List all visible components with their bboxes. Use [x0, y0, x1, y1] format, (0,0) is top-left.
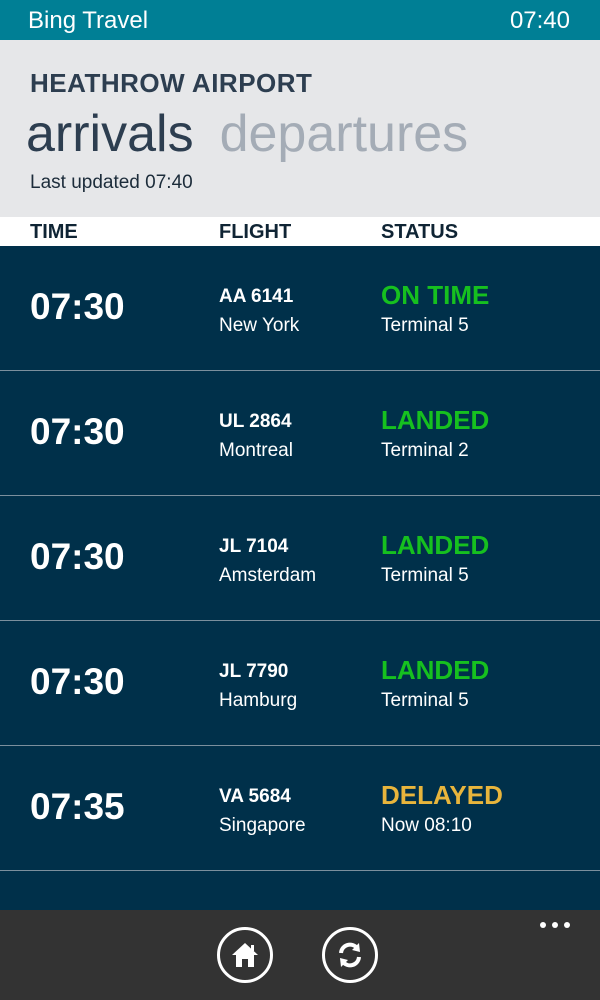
- flight-number: VA 5684: [219, 786, 291, 807]
- flight-origin: Amsterdam: [219, 565, 317, 586]
- clock: 07:40: [509, 7, 570, 34]
- column-header-status: STATUS: [381, 221, 459, 243]
- flight-time: 07:30: [30, 286, 125, 327]
- home-icon: [232, 943, 258, 967]
- flight-origin: New York: [219, 315, 300, 336]
- refresh-button[interactable]: [322, 927, 378, 983]
- flight-number: JL 7790: [219, 661, 289, 682]
- flight-detail: Terminal 5: [381, 690, 469, 711]
- flight-origin: Montreal: [219, 440, 293, 461]
- flight-time: 07:30: [30, 661, 125, 702]
- tab-departures[interactable]: departures: [220, 105, 469, 163]
- flight-number: JL 7104: [219, 536, 289, 557]
- flight-status: LANDED: [381, 655, 490, 685]
- flight-list[interactable]: 07:30 AA 6141 New York ON TIME Terminal 5 07:…: [0, 246, 600, 910]
- flight-detail: Terminal 2: [381, 440, 469, 461]
- more-options-icon[interactable]: [540, 922, 570, 928]
- page-header: HEATHROW AIRPORT arrivals departures Last…: [0, 40, 600, 217]
- last-updated: Last updated 07:40: [30, 172, 193, 193]
- flight-status: ON TIME: [381, 280, 490, 310]
- app-bar: [0, 910, 600, 1000]
- flight-row[interactable]: 07:30 AA 6141 New York ON TIME Terminal 5: [0, 246, 600, 371]
- column-header-flight: FLIGHT: [219, 221, 292, 243]
- flight-number: AA 6141: [219, 286, 294, 307]
- column-header-time: TIME: [30, 221, 78, 243]
- tab-arrivals[interactable]: arrivals: [26, 105, 194, 163]
- flight-time: 07:30: [30, 411, 125, 452]
- flight-detail: Terminal 5: [381, 565, 469, 586]
- flight-row[interactable]: 07:30 JL 7104 Amsterdam LANDED Terminal 5: [0, 496, 600, 621]
- airport-title: HEATHROW AIRPORT: [30, 68, 313, 98]
- status-bar: Bing Travel 07:40: [0, 0, 600, 40]
- flight-detail: Terminal 5: [381, 315, 469, 336]
- flight-status: DELAYED: [381, 780, 503, 810]
- flight-number: UL 2864: [219, 411, 292, 432]
- home-button[interactable]: [217, 927, 273, 983]
- flight-row[interactable]: 07:30 UL 2864 Montreal LANDED Terminal 2: [0, 371, 600, 496]
- app-title: Bing Travel: [28, 7, 149, 34]
- flight-row[interactable]: 07:30 JL 7790 Hamburg LANDED Terminal 5: [0, 621, 600, 746]
- flight-time: 07:35: [30, 786, 125, 827]
- flight-detail: Now 08:10: [381, 815, 472, 836]
- flight-row[interactable]: 07:35 VA 5684 Singapore DELAYED Now 08:10: [0, 746, 600, 871]
- flight-time: 07:30: [30, 536, 125, 577]
- column-headers: TIME FLIGHT STATUS: [0, 217, 600, 246]
- flight-origin: Singapore: [219, 815, 306, 836]
- flight-origin: Hamburg: [219, 690, 298, 711]
- flight-status: LANDED: [381, 530, 490, 560]
- flight-status: LANDED: [381, 405, 490, 435]
- refresh-icon: [339, 942, 361, 968]
- pivot-tabs: arrivals departures: [26, 104, 494, 164]
